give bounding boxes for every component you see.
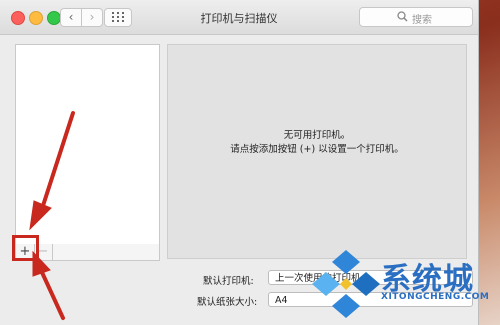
- watermark-domain: XITONGCHENG.COM: [381, 292, 490, 302]
